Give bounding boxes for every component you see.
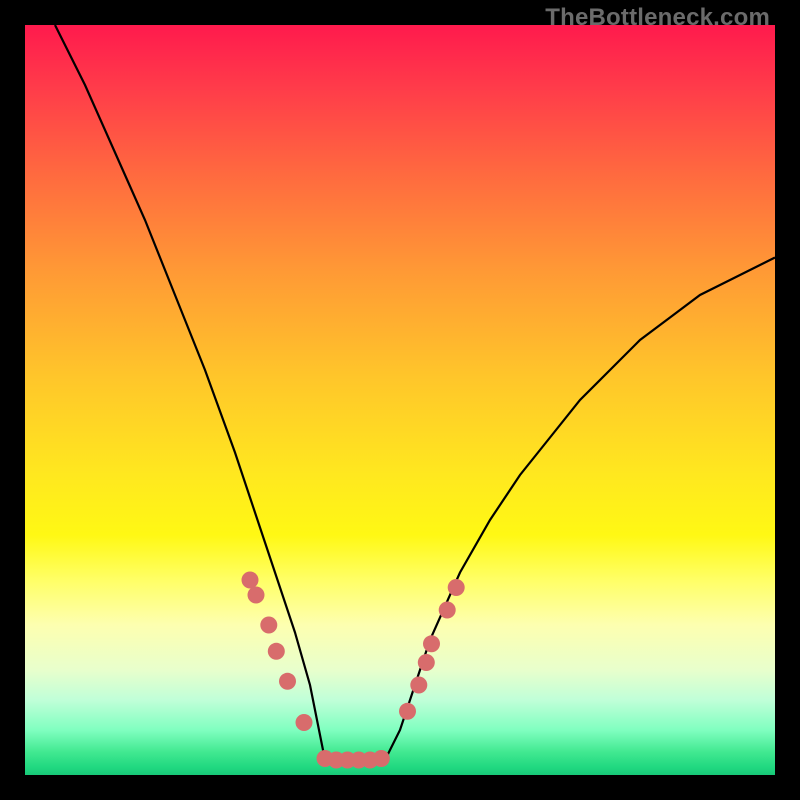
data-point [399, 703, 416, 720]
data-point [296, 714, 313, 731]
data-points [242, 572, 465, 769]
bottleneck-chart [25, 25, 775, 775]
data-point [260, 617, 277, 634]
data-point [410, 677, 427, 694]
bottleneck-curve [55, 25, 775, 760]
data-point [242, 572, 259, 589]
data-point [448, 579, 465, 596]
data-point [423, 635, 440, 652]
data-point [439, 602, 456, 619]
data-point [418, 654, 435, 671]
data-point [268, 643, 285, 660]
data-point [279, 673, 296, 690]
data-point [248, 587, 265, 604]
data-point [373, 750, 390, 767]
